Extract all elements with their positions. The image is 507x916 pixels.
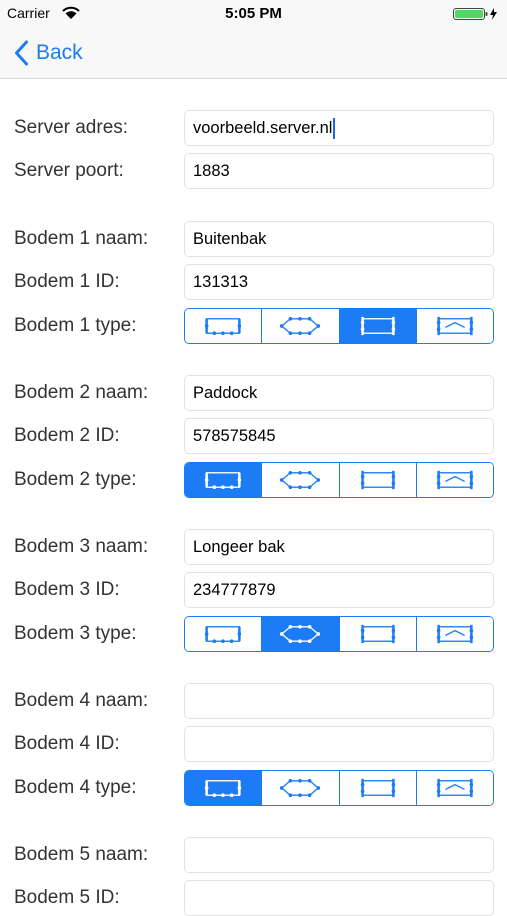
bodem-5-name-input[interactable] [184, 837, 494, 873]
bodem-2-id-label: Bodem 2 ID: [14, 425, 120, 446]
bodem-3-id-input[interactable]: 234777879 [184, 572, 494, 608]
bodem-3-type-selector[interactable] [184, 616, 494, 652]
type-option-octagon[interactable] [261, 617, 339, 651]
bodem-1-name-row: Bodem 1 naam: Buitenbak [0, 221, 507, 257]
bodem-1-id-row: Bodem 1 ID: 131313 [0, 264, 507, 300]
type-option-octagon[interactable] [261, 463, 339, 497]
bodem-1-name-value: Buitenbak [193, 229, 267, 248]
back-label: Back [36, 41, 83, 64]
bodem-4-name-label: Bodem 4 naam: [14, 690, 149, 711]
bodem-4-id-row: Bodem 4 ID: [0, 726, 507, 762]
peaked-arena-icon [436, 470, 474, 490]
rectangle-arena-icon [204, 626, 242, 644]
rectangle-arena-icon [204, 472, 242, 490]
bodem-3-type-label: Bodem 3 type: [14, 623, 137, 644]
text-cursor [333, 117, 336, 139]
bodem-2-type-row: Bodem 2 type: [0, 462, 507, 498]
peaked-arena-icon [436, 778, 474, 798]
bodem-3-type-row: Bodem 3 type: [0, 616, 507, 652]
bodem-2-id-row: Bodem 2 ID: 578575845 [0, 418, 507, 454]
server-address-input[interactable]: voorbeeld.server.nl [184, 110, 494, 146]
rectangle-posts-arena-icon [360, 624, 395, 644]
type-option-rectangle[interactable] [185, 617, 262, 651]
rectangle-posts-arena-icon [360, 316, 395, 336]
bodem-1-name-label: Bodem 1 naam: [14, 228, 149, 249]
type-option-peaked[interactable] [415, 617, 493, 651]
server-address-row: Server adres: voorbeeld.server.nl [0, 110, 507, 146]
bodem-3-id-value: 234777879 [193, 580, 276, 599]
bodem-5-name-label: Bodem 5 naam: [14, 844, 149, 865]
bodem-3-name-label: Bodem 3 naam: [14, 536, 149, 557]
type-option-rectangle[interactable] [185, 309, 262, 343]
type-option-rectangle[interactable] [185, 771, 262, 805]
server-port-row: Server poort: 1883 [0, 153, 507, 189]
server-address-label: Server adres: [14, 117, 129, 138]
bodem-2-name-label: Bodem 2 naam: [14, 382, 149, 403]
bodem-2-id-value: 578575845 [193, 426, 276, 445]
bodem-3-name-input[interactable]: Longeer bak [184, 529, 494, 565]
type-option-rectangle-posts[interactable] [338, 617, 416, 651]
rectangle-arena-icon [204, 318, 242, 336]
bodem-4-id-input[interactable] [184, 726, 494, 762]
octagon-arena-icon [280, 316, 321, 336]
bodem-1-name-input[interactable]: Buitenbak [184, 221, 494, 257]
peaked-arena-icon [436, 316, 474, 336]
navigation-bar: Back [0, 28, 507, 79]
bodem-2-type-label: Bodem 2 type: [14, 469, 137, 490]
chevron-left-icon [15, 40, 28, 66]
bodem-3-name-value: Longeer bak [193, 537, 285, 556]
battery-icon [453, 8, 497, 20]
peaked-arena-icon [436, 624, 474, 644]
octagon-arena-icon [280, 778, 321, 798]
octagon-arena-icon [280, 470, 321, 490]
type-option-peaked[interactable] [415, 309, 493, 343]
bodem-5-id-label: Bodem 5 ID: [14, 887, 120, 908]
bodem-5-id-row: Bodem 5 ID: [0, 880, 507, 916]
server-address-value: voorbeeld.server.nl [193, 118, 333, 137]
server-port-value: 1883 [193, 161, 230, 180]
bodem-3-name-row: Bodem 3 naam: Longeer bak [0, 529, 507, 565]
bodem-3-id-row: Bodem 3 ID: 234777879 [0, 572, 507, 608]
bodem-1-type-row: Bodem 1 type: [0, 308, 507, 344]
bodem-4-name-input[interactable] [184, 683, 494, 719]
type-option-octagon[interactable] [261, 771, 339, 805]
type-option-rectangle[interactable] [185, 463, 262, 497]
bodem-2-name-value: Paddock [193, 383, 258, 402]
bodem-5-name-row: Bodem 5 naam: [0, 837, 507, 873]
type-option-peaked[interactable] [415, 463, 493, 497]
server-port-label: Server poort: [14, 160, 124, 181]
bodem-1-type-selector[interactable] [184, 308, 494, 344]
octagon-arena-icon [280, 624, 321, 644]
bodem-1-type-label: Bodem 1 type: [14, 315, 137, 336]
bodem-2-name-row: Bodem 2 naam: Paddock [0, 375, 507, 411]
rectangle-arena-icon [204, 780, 242, 798]
type-option-rectangle-posts[interactable] [338, 309, 416, 343]
bodem-2-type-selector[interactable] [184, 462, 494, 498]
type-option-rectangle-posts[interactable] [338, 463, 416, 497]
rectangle-posts-arena-icon [360, 470, 395, 490]
rectangle-posts-arena-icon [360, 778, 395, 798]
server-port-input[interactable]: 1883 [184, 153, 494, 189]
bodem-4-name-row: Bodem 4 naam: [0, 683, 507, 719]
bodem-5-id-input[interactable] [184, 880, 494, 916]
bodem-4-type-row: Bodem 4 type: [0, 770, 507, 806]
bodem-3-id-label: Bodem 3 ID: [14, 579, 120, 600]
bodem-1-id-value: 131313 [193, 272, 249, 291]
clock-time: 5:05 PM [225, 5, 282, 22]
back-button[interactable]: Back [14, 38, 83, 68]
bodem-2-id-input[interactable]: 578575845 [184, 418, 494, 454]
type-option-rectangle-posts[interactable] [338, 771, 416, 805]
type-option-peaked[interactable] [415, 771, 493, 805]
bodem-4-id-label: Bodem 4 ID: [14, 733, 120, 754]
bodem-4-type-selector[interactable] [184, 770, 494, 806]
bodem-4-type-label: Bodem 4 type: [14, 777, 137, 798]
bodem-1-id-input[interactable]: 131313 [184, 264, 494, 300]
bodem-1-id-label: Bodem 1 ID: [14, 271, 120, 292]
status-bar: Carrier 5:05 PM [0, 0, 507, 28]
type-option-octagon[interactable] [261, 309, 339, 343]
bodem-2-name-input[interactable]: Paddock [184, 375, 494, 411]
